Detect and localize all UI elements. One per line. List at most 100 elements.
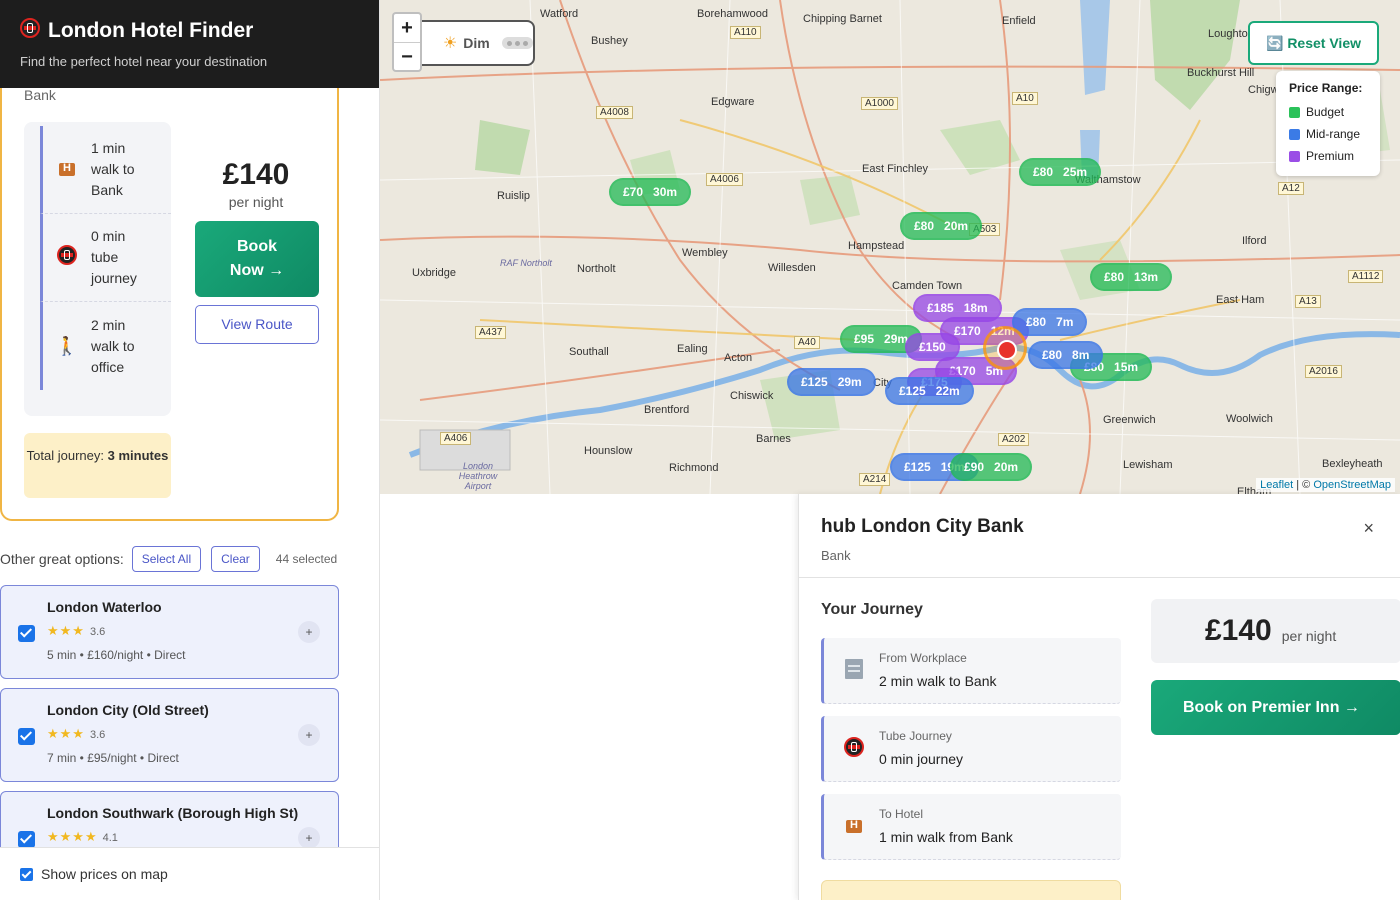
map-place-label: Camden Town bbox=[892, 280, 963, 292]
detail-hotel-name: hub London City Bank bbox=[821, 516, 1024, 537]
dim-toggle[interactable]: ☀ Dim bbox=[410, 20, 535, 66]
price-pin-mid[interactable]: £80 8m bbox=[1028, 341, 1104, 369]
featured-journey-steps: 1 min walk to Bank 0 min tube journey 🚶 … bbox=[24, 122, 171, 416]
option-checkbox[interactable] bbox=[18, 831, 35, 848]
map-place-label: Ilford bbox=[1242, 235, 1267, 247]
detail-step-label: Tube Journey bbox=[879, 729, 952, 743]
map-place-label: Enfield bbox=[1002, 15, 1036, 27]
reset-view-button[interactable]: 🔄 Reset View bbox=[1248, 21, 1379, 65]
featured-hotel-card: Bank 1 min walk to Bank 0 min tube journ… bbox=[0, 60, 339, 521]
road-label: A110 bbox=[730, 26, 761, 39]
zoom-in-button[interactable]: + bbox=[394, 14, 420, 43]
view-route-button[interactable]: View Route bbox=[195, 305, 319, 344]
tube-icon bbox=[55, 245, 79, 270]
map-place-label: Loughton bbox=[1208, 28, 1254, 40]
mid-range-swatch bbox=[1289, 128, 1300, 140]
journey-step-tube: 0 min tube journey bbox=[40, 214, 171, 302]
map-place-label: Bexleyheath bbox=[1322, 458, 1383, 470]
price-pin-mid[interactable]: £80 7m bbox=[1012, 308, 1088, 336]
app-title: London Hotel Finder bbox=[48, 19, 254, 42]
hotel-icon bbox=[55, 158, 79, 181]
option-detail: 5 min • £160/night • Direct bbox=[47, 648, 186, 662]
price-pin-budget[interactable]: £90 20m bbox=[950, 453, 1033, 481]
detail-per-night: per night bbox=[1281, 628, 1337, 644]
book-now-button[interactable]: Book Now → bbox=[195, 221, 319, 297]
road-label: A4008 bbox=[596, 106, 633, 119]
select-all-button[interactable]: Select All bbox=[131, 546, 202, 572]
show-prices-toggle[interactable]: Show prices on map bbox=[0, 847, 379, 900]
app-title-row: London Hotel Finder bbox=[20, 18, 360, 44]
pin-price: £90 bbox=[964, 460, 985, 474]
price-pin-budget[interactable]: £70 30m bbox=[609, 178, 692, 206]
book-on-premier-inn-button[interactable]: Book on Premier Inn → bbox=[1151, 680, 1400, 735]
price-legend: Price Range: Budget Mid-range Premium bbox=[1276, 71, 1380, 176]
dim-switch[interactable] bbox=[501, 37, 533, 49]
pin-price: £80 bbox=[1026, 315, 1047, 329]
road-label: A4006 bbox=[706, 173, 743, 186]
map-place-label: Watford bbox=[540, 8, 579, 20]
price-pin-budget[interactable]: £80 25m bbox=[1019, 158, 1102, 186]
osm-link[interactable]: OpenStreetMap bbox=[1313, 479, 1391, 491]
map-place-label: Chiswick bbox=[730, 390, 774, 402]
option-checkbox[interactable] bbox=[18, 625, 35, 642]
detail-price: £140 bbox=[1205, 614, 1272, 647]
road-label: A202 bbox=[998, 433, 1030, 446]
legend-item-mid-range: Mid-range bbox=[1289, 123, 1367, 145]
detail-step-label: From Workplace bbox=[879, 651, 967, 665]
pin-price: £80 bbox=[1042, 348, 1063, 362]
map-place-label: Richmond bbox=[669, 462, 719, 474]
option-rating: ★★★ 3.6 bbox=[47, 623, 105, 639]
map-place-label: Ruislip bbox=[497, 190, 531, 202]
detail-step-value: 0 min journey bbox=[879, 751, 964, 767]
option-rating: ★★★ 3.6 bbox=[47, 726, 105, 742]
add-option-button[interactable]: + bbox=[298, 724, 320, 746]
office-building-icon bbox=[842, 659, 866, 684]
pin-time: 30m bbox=[653, 185, 678, 199]
legend-title: Price Range: bbox=[1289, 81, 1363, 95]
map-place-label: Southall bbox=[569, 346, 609, 358]
map-view[interactable]: + − ☀ Dim 🔄 Reset View Price Range: Budg… bbox=[380, 0, 1400, 494]
zoom-out-button[interactable]: − bbox=[394, 43, 420, 72]
pin-price: £80 bbox=[1033, 165, 1054, 179]
featured-station: Bank bbox=[24, 87, 56, 103]
destination-marker[interactable] bbox=[983, 326, 1027, 370]
road-label: A1112 bbox=[1348, 270, 1384, 283]
total-journey-value: 3 minutes bbox=[107, 448, 169, 463]
add-option-button[interactable]: + bbox=[298, 827, 320, 849]
road-label: A214 bbox=[859, 473, 891, 486]
map-place-label: East Finchley bbox=[862, 163, 929, 175]
price-pin-budget[interactable]: £80 20m bbox=[900, 212, 983, 240]
road-label: A10 bbox=[1012, 92, 1038, 105]
road-label: A13 bbox=[1295, 295, 1321, 308]
show-prices-checkbox[interactable] bbox=[20, 867, 33, 881]
map-place-label: Bushey bbox=[591, 35, 628, 47]
journey-step-text: 0 min tube journey bbox=[91, 228, 137, 286]
option-name: London Southwark (Borough High St) bbox=[47, 805, 299, 821]
map-place-label: RAF Northolt bbox=[500, 258, 552, 268]
journey-step-text: 1 min walk to Bank bbox=[91, 140, 135, 198]
leaflet-link[interactable]: Leaflet bbox=[1260, 479, 1293, 491]
pin-time: 20m bbox=[994, 460, 1019, 474]
map-place-label: Hounslow bbox=[584, 445, 633, 457]
close-icon[interactable]: × bbox=[1363, 518, 1374, 539]
other-options-bar: Other great options: Select All Clear 44… bbox=[0, 545, 345, 573]
dim-label: Dim bbox=[463, 35, 490, 51]
show-prices-label: Show prices on map bbox=[41, 866, 168, 882]
price-pin-mid[interactable]: £125 29m bbox=[787, 368, 876, 396]
total-journey: Total journey: 3 minutes bbox=[24, 433, 171, 498]
option-item[interactable]: London Waterloo ★★★ 3.6 5 min • £160/nigh… bbox=[0, 585, 339, 679]
price-pin-budget[interactable]: £80 13m bbox=[1090, 263, 1173, 291]
pin-time: 8m bbox=[1072, 348, 1090, 362]
legend-item-budget: Budget bbox=[1289, 101, 1367, 123]
option-checkbox[interactable] bbox=[18, 728, 35, 745]
add-option-button[interactable]: + bbox=[298, 621, 320, 643]
map-place-label: East Ham bbox=[1216, 294, 1265, 306]
pin-time: 29m bbox=[837, 375, 862, 389]
option-rating-value: 4.1 bbox=[102, 832, 118, 844]
star-rating-icon: ★★★ bbox=[47, 623, 85, 638]
price-pin-mid[interactable]: £125 22m bbox=[885, 377, 974, 405]
clear-button[interactable]: Clear bbox=[211, 546, 260, 572]
pin-time: 15m bbox=[1114, 360, 1139, 374]
option-item[interactable]: London City (Old Street) ★★★ 3.6 7 min • … bbox=[0, 688, 339, 782]
pin-time: 25m bbox=[1063, 165, 1088, 179]
